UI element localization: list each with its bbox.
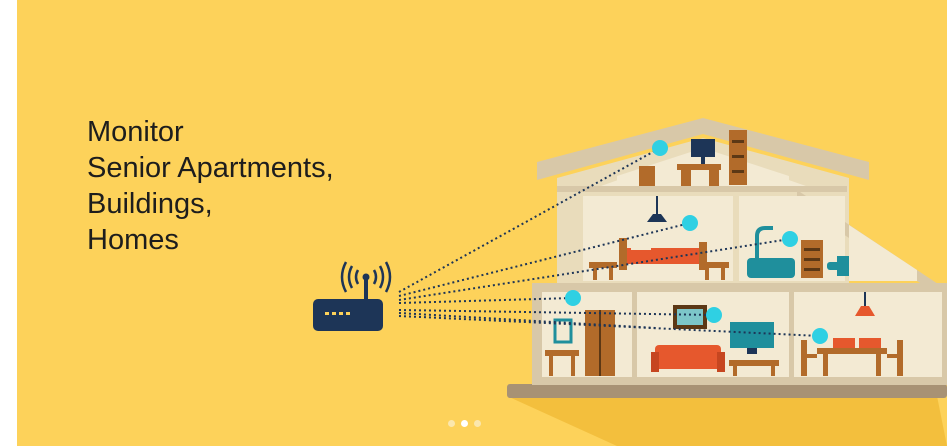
bathtub — [747, 258, 795, 278]
dining-table — [817, 348, 887, 354]
sensor-dot-icon — [782, 231, 798, 247]
carousel-dot-active[interactable] — [461, 420, 468, 427]
sensor-dot-icon — [706, 307, 722, 323]
smart-home-illustration — [313, 118, 947, 446]
sensor-dot-icon — [652, 140, 668, 156]
wifi-router-icon — [313, 261, 392, 331]
ground-strip — [507, 384, 947, 398]
desk — [677, 164, 721, 170]
house-shadow — [507, 396, 947, 446]
side-table — [545, 350, 579, 356]
carousel-dot[interactable] — [448, 420, 455, 427]
tv-stand — [729, 360, 779, 366]
hero-slide: Monitor Senior Apartments, Buildings, Ho… — [17, 0, 947, 446]
computer-monitor — [691, 139, 715, 157]
sofa — [655, 345, 721, 369]
room-wing — [849, 225, 917, 281]
sensor-dot-icon — [682, 215, 698, 231]
nightstand — [701, 262, 729, 268]
chair-red — [859, 338, 881, 348]
carousel-dot[interactable] — [474, 420, 481, 427]
house-floor-line — [557, 186, 847, 192]
carousel-indicators — [448, 420, 481, 427]
sensor-dot-icon — [565, 290, 581, 306]
chair-red — [833, 338, 855, 348]
chair — [639, 166, 655, 186]
sensor-dot-icon — [812, 328, 828, 344]
bed — [623, 248, 703, 264]
tv — [730, 322, 774, 348]
